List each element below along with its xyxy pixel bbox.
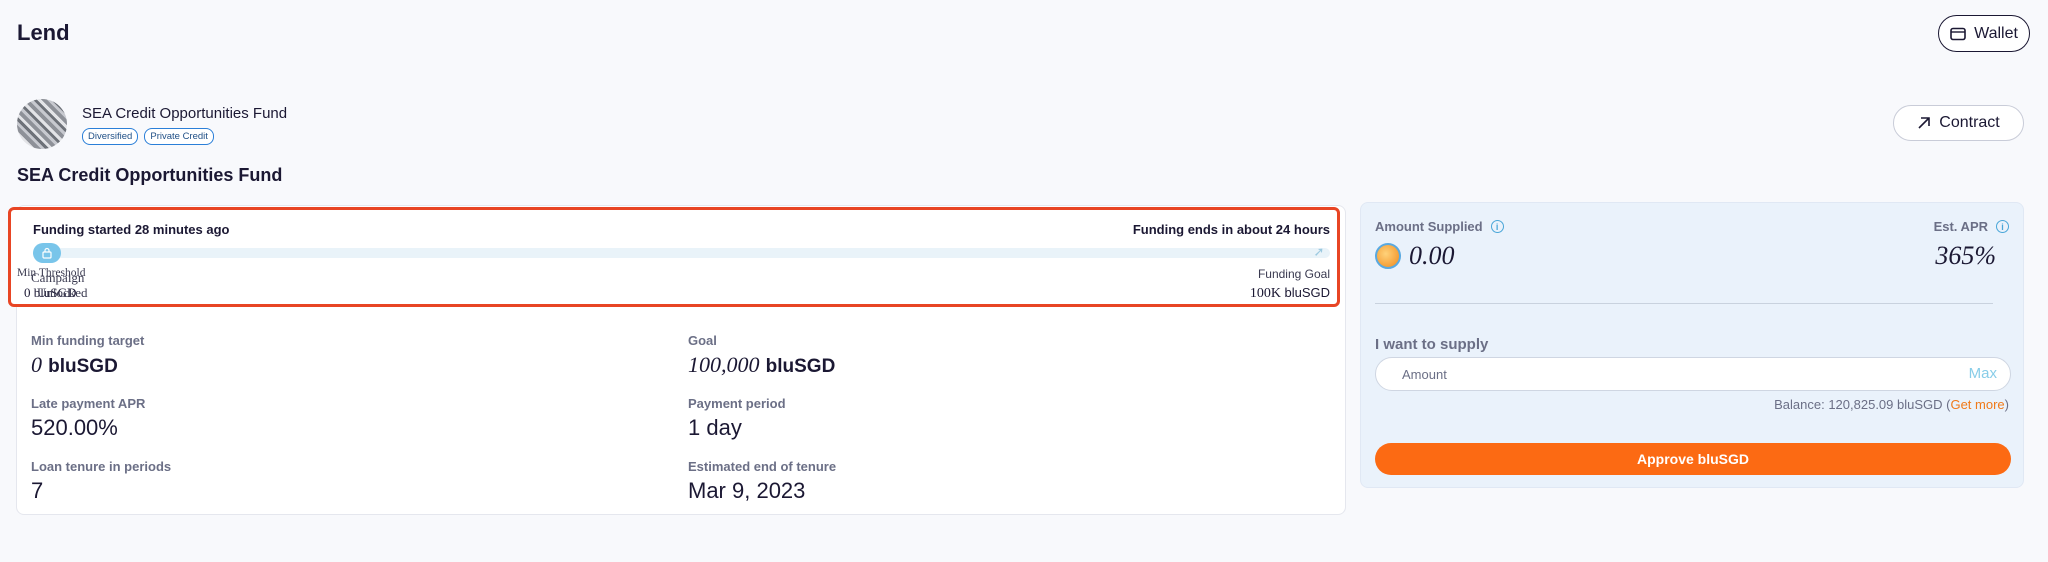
stat-number: 0: [31, 352, 42, 377]
stat-label: Estimated end of tenure: [688, 459, 837, 474]
stat-label: Late payment APR: [31, 396, 146, 411]
amount-supplied-text: Amount Supplied: [1375, 219, 1483, 234]
divider: [1375, 303, 1993, 304]
goal-number: 100K: [1249, 286, 1281, 301]
info-icon[interactable]: i: [1996, 220, 2009, 233]
tag-private-credit: Private Credit: [144, 128, 214, 145]
funding-started: Funding started 28 minutes ago: [33, 222, 230, 237]
stat-value: 1 day: [688, 415, 742, 440]
fund-avatar: [17, 99, 67, 149]
stat-unit: bluSGD: [765, 356, 836, 377]
wallet-icon: [1950, 27, 1966, 40]
rocket-icon: ➚: [1313, 244, 1325, 259]
funding-goal-label: Funding Goal: [1257, 267, 1330, 281]
arrow-up-right-icon: [1918, 117, 1931, 129]
fund-title: SEA Credit Opportunities Fund: [17, 165, 283, 185]
amount-supplied-row: 0.00: [1375, 241, 1455, 271]
amount-supplied-value: 0.00: [1409, 241, 1455, 270]
funding-ends: Funding ends in about 24 hours: [1132, 222, 1330, 237]
tag-diversified: Diversified: [82, 128, 139, 145]
stat-value: Mar 9, 2023: [688, 478, 806, 503]
progress-track: [33, 248, 1330, 258]
stat-value: 100,000 bluSGD: [688, 352, 1328, 378]
funding-progress: Funding started 28 minutes ago Funding e…: [8, 207, 1340, 307]
fund-header: SEA Credit Opportunities Fund Diversifie…: [17, 99, 287, 149]
stat-goal: Goal 100,000 bluSGD: [688, 333, 1328, 378]
balance-close: ): [2004, 397, 2009, 412]
unlocked-label: Unlocked: [37, 285, 88, 300]
fund-tags: Diversified Private Credit: [82, 128, 287, 145]
max-button[interactable]: Max: [1969, 365, 1997, 382]
stat-value: 0 bluSGD: [31, 352, 688, 378]
progress-handle: [33, 243, 61, 263]
stat-label: Goal: [688, 333, 717, 348]
est-apr-label: Est. APR i: [1934, 219, 2009, 234]
stat-value: 520.00%: [31, 415, 118, 440]
stat-late-apr: Late payment APR 520.00%: [31, 396, 688, 441]
contract-button[interactable]: Contract: [1893, 105, 2024, 141]
page-title: Lend: [17, 20, 70, 45]
fund-name: SEA Credit Opportunities Fund: [82, 105, 288, 122]
supply-label: I want to supply: [1375, 336, 1489, 353]
stat-end-tenure: Estimated end of tenure Mar 9, 2023: [688, 459, 1328, 504]
stat-payment-period: Payment period 1 day: [688, 396, 1328, 441]
stat-number: 100,000: [688, 352, 760, 377]
stat-min-target: Min funding target 0 bluSGD: [31, 333, 688, 378]
est-apr-text: Est. APR: [1933, 219, 1988, 234]
funding-goal-value: 100K bluSGD: [1250, 285, 1330, 302]
get-more-link[interactable]: Get more: [1950, 397, 2004, 412]
stat-value: 7: [31, 478, 44, 503]
wallet-button[interactable]: Wallet: [1938, 15, 2030, 52]
blusgd-coin-icon: [1375, 243, 1401, 269]
stat-unit: bluSGD: [48, 356, 118, 377]
supply-card: Amount Supplied i Est. APR i 0.00 365% I…: [1360, 202, 2024, 488]
info-icon[interactable]: i: [1490, 220, 1504, 233]
est-apr-value: 365%: [1935, 241, 1996, 270]
stat-label: Min funding target: [31, 333, 145, 348]
fund-stats: Min funding target 0 bluSGD Goal 100,000…: [31, 333, 1331, 504]
amount-supplied-label: Amount Supplied i: [1375, 219, 1504, 234]
stat-label: Payment period: [688, 396, 786, 411]
balance-text: Balance: 120,825.09 bluSGD (Get more): [1774, 397, 2009, 412]
wallet-label: Wallet: [1974, 24, 2018, 42]
balance-value: Balance: 120,825.09 bluSGD (: [1774, 397, 1951, 412]
amount-input[interactable]: [1375, 357, 2011, 391]
goal-unit: bluSGD: [1284, 285, 1330, 300]
stat-tenure: Loan tenure in periods 7: [31, 459, 688, 504]
contract-label: Contract: [1939, 114, 2000, 131]
approve-button[interactable]: Approve bluSGD: [1375, 443, 2011, 475]
stat-label: Loan tenure in periods: [31, 459, 172, 474]
campaign-label: Campaign: [31, 270, 85, 285]
lock-icon: [42, 247, 52, 259]
